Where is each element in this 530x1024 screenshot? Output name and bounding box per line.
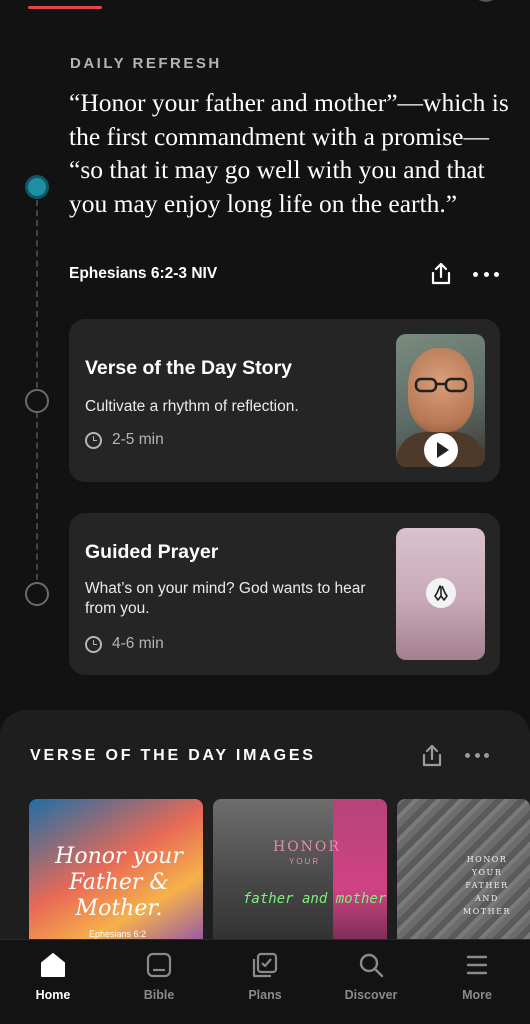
verse-story-card[interactable]: Verse of the Day Story Cultivate a rhyth… [69,319,500,482]
tab-plans[interactable]: Plans [212,940,318,1024]
profile-avatar[interactable] [472,0,500,2]
card-subtitle: What’s on your mind? God wants to hear f… [85,580,366,617]
play-icon[interactable] [424,433,458,467]
tab-discover[interactable]: Discover [318,940,424,1024]
verse-image-2[interactable]: HONOR YOUR father and mother [213,799,387,949]
menu-icon [463,951,491,979]
verse-quote[interactable]: “Honor your father and mother”—which is … [69,86,509,220]
story-thumbnail[interactable] [396,334,485,467]
duration-text: 2-5 min [112,431,164,448]
tab-home[interactable]: Home [0,940,106,1024]
clock-icon [85,635,102,653]
section-label-daily-refresh: DAILY REFRESH [70,55,222,72]
plans-icon [251,951,279,979]
top-tab-indicator [28,6,102,9]
card-title: Guided Prayer [85,541,219,563]
verse-image-3[interactable]: HONOR YOUR FATHER AND MOTHER [397,799,530,949]
more-options-icon[interactable] [473,265,499,283]
tab-bible[interactable]: Bible [106,940,212,1024]
timeline-dot-prayer [25,582,49,606]
guided-prayer-card[interactable]: Guided Prayer What’s on your mind? God w… [69,513,500,675]
card-duration: 4-6 min [85,635,164,653]
card-subtitle: Cultivate a rhythm of reflection. [85,398,299,415]
tab-more[interactable]: More [424,940,530,1024]
bottom-tab-bar: Home Bible Plans Discover More [0,939,530,1024]
praying-hands-icon [426,578,456,608]
prayer-thumbnail[interactable] [396,528,485,660]
timeline-dot-story [25,389,49,413]
card-title: Verse of the Day Story [85,357,292,379]
search-icon [357,951,385,979]
clock-icon [85,431,102,449]
home-icon [39,951,67,979]
share-icon[interactable] [420,743,444,769]
verse-image-1[interactable]: Honor your Father & Mother. Ephesians 6:… [29,799,203,949]
more-options-icon[interactable] [465,747,489,763]
bible-icon [145,951,173,979]
section-title: VERSE OF THE DAY IMAGES [30,747,316,764]
duration-text: 4-6 min [112,635,164,652]
share-icon[interactable] [429,261,453,287]
card-duration: 2-5 min [85,431,164,449]
verse-reference[interactable]: Ephesians 6:2-3 NIV [69,265,217,283]
timeline-dot-active [25,175,49,199]
